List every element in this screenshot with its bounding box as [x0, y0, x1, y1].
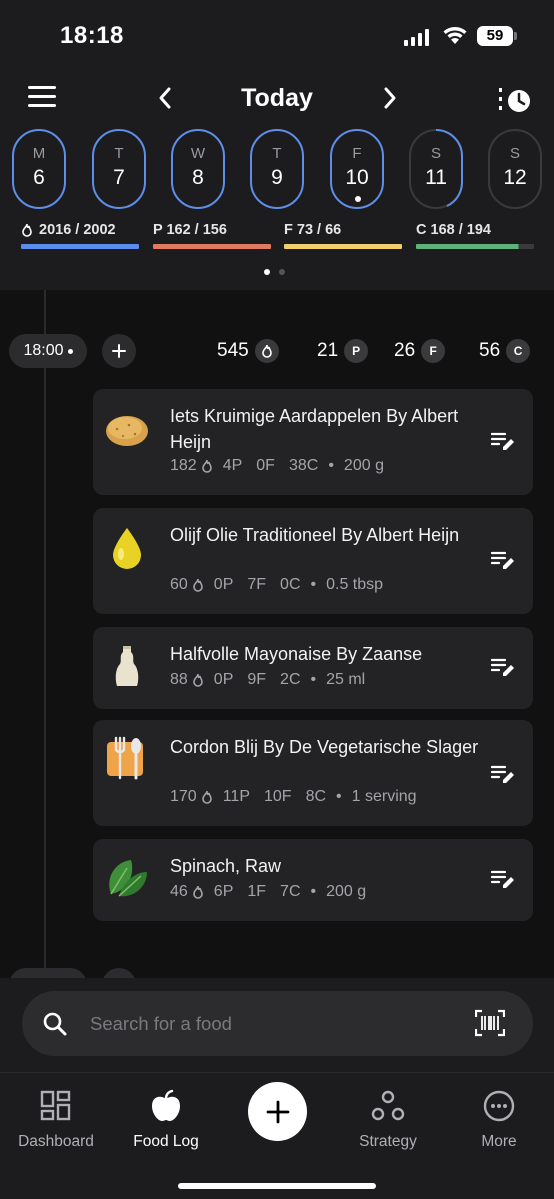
wifi-icon	[443, 27, 467, 44]
spinach-icon	[109, 860, 147, 897]
food-nutrition: 170 11P 10F 8C • 1 serving	[170, 788, 417, 805]
day-friday[interactable]: F 10	[330, 129, 384, 209]
edit-entry-icon[interactable]	[491, 764, 515, 786]
food-name: Cordon Blij By De Vegetarische Slager	[170, 737, 479, 757]
dashboard-icon	[40, 1090, 71, 1121]
history-clock-icon[interactable]	[497, 86, 533, 116]
search-icon	[43, 1012, 67, 1036]
edit-entry-icon[interactable]	[491, 869, 515, 891]
flame-icon	[254, 339, 279, 363]
edit-entry-icon[interactable]	[491, 431, 515, 453]
plus-icon	[266, 1100, 289, 1123]
day-monday[interactable]: M 6	[12, 129, 66, 209]
food-entry-card[interactable]: Cordon Blij By De Vegetarische Slager 17…	[93, 720, 533, 826]
mayonnaise-bottle-icon	[115, 646, 139, 686]
add-meal-button[interactable]	[102, 334, 136, 368]
chevron-left-icon[interactable]	[155, 86, 175, 110]
food-entry-card[interactable]: Olijf Olie Traditioneel By Albert Heijn …	[93, 508, 533, 614]
food-nutrition: 88 0P 9F 2C • 25 ml	[170, 671, 366, 688]
food-entry-card[interactable]: Spinach, Raw 46 6P 1F 7C • 200 g	[93, 839, 533, 921]
day-saturday[interactable]: S 11	[409, 129, 463, 209]
food-timeline: 18:00 545 21 P 26 F 56 C Iets Kruimige A…	[0, 290, 554, 978]
page-title: Today	[241, 84, 313, 112]
flame-icon	[192, 673, 203, 687]
tab-food-log[interactable]: Food Log	[111, 1085, 221, 1151]
protein-badge: P	[344, 339, 369, 363]
cutlery-icon	[107, 736, 143, 780]
food-nutrition: 46 6P 1F 7C • 200 g	[170, 883, 367, 900]
meal-protein-total: 21 P	[317, 333, 369, 369]
edit-entry-icon[interactable]	[491, 657, 515, 679]
food-nutrition: 182 4P 0F 38C • 200 g	[170, 457, 384, 474]
flame-icon	[22, 223, 32, 237]
protein-progress: P 162 / 156	[153, 222, 271, 249]
selected-day-dot	[355, 196, 361, 202]
tab-dashboard[interactable]: Dashboard	[1, 1085, 111, 1151]
tab-strategy[interactable]: Strategy	[333, 1085, 443, 1151]
tab-more[interactable]: More	[444, 1085, 554, 1151]
chevron-right-icon[interactable]	[380, 86, 400, 110]
barcode-scan-icon[interactable]	[475, 1009, 505, 1037]
day-wednesday[interactable]: W 8	[171, 129, 225, 209]
timeline-line	[44, 290, 46, 978]
strategy-icon	[371, 1090, 405, 1121]
menu-icon[interactable]	[28, 86, 56, 108]
meal-carbs-total: 56 C	[479, 333, 531, 369]
meal-calories-total: 545	[217, 333, 279, 369]
meal-fat-total: 26 F	[394, 333, 446, 369]
bottom-tab-bar: Dashboard Food Log Strategy More	[0, 1072, 554, 1199]
fat-badge: F	[421, 339, 446, 363]
more-icon	[483, 1090, 515, 1122]
cellular-signal-icon	[404, 28, 429, 46]
plus-icon	[112, 344, 126, 358]
flame-icon	[201, 459, 212, 473]
carbs-badge: C	[506, 339, 531, 363]
edit-entry-icon[interactable]	[491, 550, 515, 572]
oil-drop-icon	[113, 528, 141, 569]
status-time: 18:18	[60, 22, 124, 49]
search-area: Search for a food	[0, 978, 554, 1072]
food-entry-card[interactable]: Halfvolle Mayonaise By Zaanse 88 0P 9F 2…	[93, 627, 533, 709]
date-header: Today M 6 T 7 W 8 T 9 F 10 S 11 S 12 201…	[0, 72, 554, 290]
page-indicator	[264, 269, 285, 275]
food-name: Spinach, Raw	[170, 856, 282, 876]
add-food-button[interactable]	[248, 1082, 307, 1141]
battery-icon: 59	[477, 26, 517, 46]
apple-icon	[152, 1089, 180, 1121]
food-nutrition: 60 0P 7F 0C • 0.5 tbsp	[170, 576, 384, 593]
progress-ring	[435, 129, 463, 207]
food-name: Olijf Olie Traditioneel By Albert Heijn	[170, 525, 460, 545]
food-name: Halfvolle Mayonaise By Zaanse	[170, 644, 423, 664]
potato-icon	[106, 416, 148, 446]
search-input[interactable]: Search for a food	[22, 991, 533, 1056]
carbs-progress: C 168 / 194	[416, 222, 534, 249]
flame-icon	[201, 790, 212, 804]
week-day-selector: M 6 T 7 W 8 T 9 F 10 S 11 S 12	[12, 129, 554, 211]
calories-progress: 2016 / 2002	[21, 222, 139, 249]
meal-time-pill[interactable]: 18:00	[9, 334, 87, 368]
status-bar: 18:18 59	[0, 0, 554, 72]
day-thursday[interactable]: T 9	[250, 129, 304, 209]
food-entry-card[interactable]: Iets Kruimige Aardappelen By Albert Heij…	[93, 389, 533, 495]
day-sunday[interactable]: S 12	[488, 129, 542, 209]
home-indicator	[178, 1183, 376, 1189]
flame-icon	[192, 885, 203, 899]
next-add-meal-button[interactable]	[102, 968, 136, 978]
meal-header: 18:00 545 21 P 26 F 56 C	[0, 333, 554, 369]
fat-progress: F 73 / 66	[284, 222, 402, 249]
next-meal-time-pill[interactable]	[9, 968, 87, 978]
macro-summary: 2016 / 2002 P 162 / 156 F 73 / 66 C 168 …	[0, 222, 554, 256]
search-placeholder: Search for a food	[90, 1013, 232, 1034]
battery-level: 59	[477, 26, 513, 46]
food-name: Iets Kruimige Aardappelen By Albert Heij…	[170, 406, 459, 452]
day-tuesday[interactable]: T 7	[92, 129, 146, 209]
flame-icon	[192, 578, 203, 592]
